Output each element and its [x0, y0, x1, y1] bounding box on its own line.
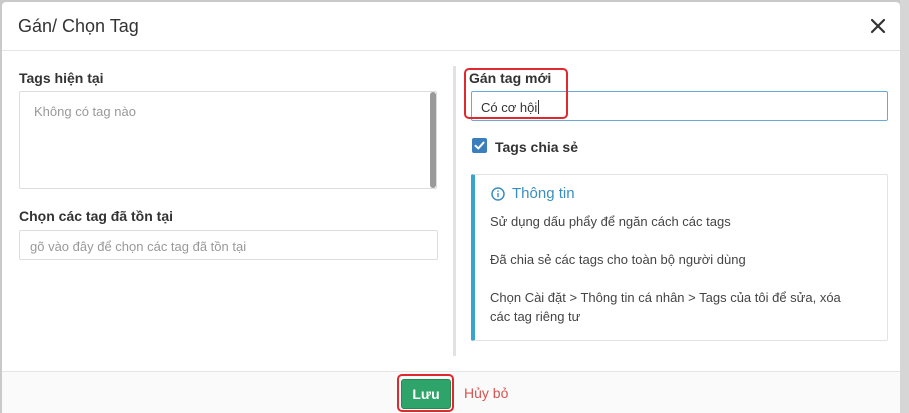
close-icon: [870, 18, 886, 34]
dialog-header: Gán/ Chọn Tag: [2, 2, 900, 51]
info-line-1: Sử dụng dấu phẩy để ngăn cách các tags: [490, 214, 731, 229]
existing-tags-label: Chọn các tag đã tồn tại: [19, 208, 174, 224]
shared-tags-label: Tags chia sẻ: [495, 139, 579, 155]
column-divider: [453, 66, 456, 356]
current-tags-empty-text: Không có tag nào: [34, 104, 136, 119]
check-icon: [474, 141, 485, 150]
existing-tags-input[interactable]: gõ vào đây để chọn các tag đã tồn tại: [19, 230, 438, 260]
info-line-4: các tag riêng tư: [490, 309, 581, 324]
existing-tags-placeholder: gõ vào đây để chọn các tag đã tồn tại: [30, 239, 247, 254]
current-tags-scrollbar[interactable]: [430, 92, 436, 188]
dialog-title: Gán/ Chọn Tag: [18, 16, 139, 36]
highlight-new-tag: [464, 68, 568, 119]
close-button[interactable]: [866, 14, 890, 38]
info-title: Thông tin: [512, 185, 575, 202]
cancel-link[interactable]: Hủy bỏ: [464, 385, 508, 401]
backdrop: [900, 0, 909, 413]
current-tags-box[interactable]: Không có tag nào: [19, 91, 437, 189]
info-icon: [491, 187, 505, 201]
current-tags-label: Tags hiện tại: [19, 70, 104, 86]
shared-tags-checkbox[interactable]: [472, 138, 487, 153]
assign-tag-dialog: Gán/ Chọn Tag Tags hiện tại Không có tag…: [2, 2, 900, 413]
info-line-3: Chọn Cài đặt > Thông tin cá nhân > Tags …: [490, 290, 841, 305]
info-line-2: Đã chia sẻ các tags cho toàn bộ người dù…: [490, 252, 746, 267]
highlight-save: [397, 374, 454, 412]
